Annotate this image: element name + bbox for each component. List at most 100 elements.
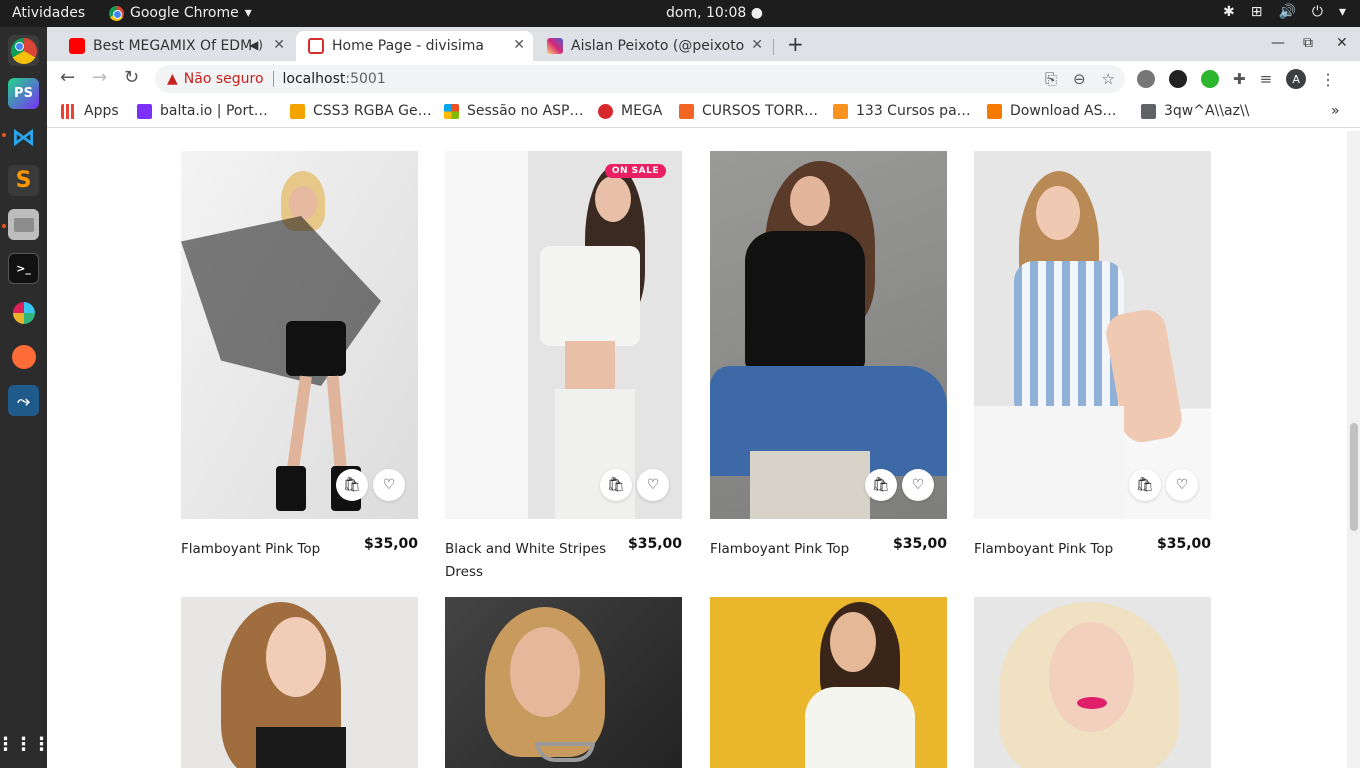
wishlist-button[interactable]: ♡: [902, 469, 934, 501]
clock[interactable]: dom, 10:08 ●: [666, 5, 763, 21]
activities-button[interactable]: Atividades: [12, 5, 85, 21]
product-image[interactable]: 🛍 ♡: [710, 151, 947, 519]
product-image[interactable]: [974, 597, 1211, 768]
mysql-workbench-launcher[interactable]: ⤳: [8, 385, 39, 416]
postman-launcher[interactable]: [8, 341, 39, 372]
terminal-launcher[interactable]: >_: [8, 253, 39, 284]
zoom-icon[interactable]: ⊖: [1073, 70, 1086, 88]
network-icon[interactable]: ⊞: [1251, 4, 1263, 20]
extension-green-icon[interactable]: [1201, 70, 1219, 88]
divisima-icon: [308, 38, 324, 54]
wishlist-button[interactable]: ♡: [637, 469, 669, 501]
product-image[interactable]: ON SALE 🛍 ♡: [445, 151, 682, 519]
tab-youtube[interactable]: Best MEGAMIX Of EDM ◀) ✕: [57, 31, 293, 61]
add-to-cart-button[interactable]: 🛍: [600, 469, 632, 501]
wishlist-button[interactable]: ♡: [1166, 469, 1198, 501]
wishlist-button[interactable]: ♡: [373, 469, 405, 501]
close-tab-icon[interactable]: ✕: [513, 37, 525, 53]
product-card[interactable]: 🛍 ♡ Flamboyant Pink Top $35,00: [181, 151, 418, 557]
tab-instagram[interactable]: Aislan Peixoto (@peixoto ✕: [535, 31, 771, 61]
figure-top: [745, 231, 865, 371]
audio-playing-icon[interactable]: ◀): [249, 38, 263, 52]
bookmark-sessao[interactable]: Sessão no ASP…: [444, 103, 583, 119]
slack-tray-icon[interactable]: ✱: [1223, 4, 1235, 20]
power-icon[interactable]: ⏻: [1312, 4, 1323, 20]
reload-button[interactable]: ↻: [124, 67, 139, 88]
back-button[interactable]: ←: [60, 67, 75, 88]
figure-leg: [326, 375, 348, 477]
vscode-launcher[interactable]: ⋈: [8, 121, 39, 152]
slack-launcher[interactable]: [8, 297, 39, 328]
add-to-cart-button[interactable]: 🛍: [1129, 469, 1161, 501]
bookmark-apps[interactable]: Apps: [61, 103, 119, 119]
extension-vpn-icon[interactable]: [1169, 70, 1187, 88]
figure-head: [1036, 186, 1080, 240]
bookmark-balta[interactable]: balta.io | Port…: [137, 103, 268, 119]
forward-button[interactable]: →: [92, 67, 107, 88]
bookmark-folder[interactable]: 3qw^A\\az\\: [1141, 103, 1249, 119]
bookmark-mega[interactable]: MEGA: [598, 103, 662, 119]
close-tab-icon[interactable]: ✕: [273, 37, 285, 53]
avatar[interactable]: A: [1286, 69, 1307, 89]
phpstorm-launcher[interactable]: PS: [8, 78, 39, 109]
system-tray[interactable]: ✱ ⊞ 🔊 ⏻ ▾: [1223, 4, 1346, 20]
product-image[interactable]: 🛍 ♡: [181, 151, 418, 519]
divider: [272, 71, 274, 87]
puzzle-icon[interactable]: ✚: [1233, 70, 1246, 88]
add-to-cart-button[interactable]: 🛍: [336, 469, 368, 501]
close-window-button[interactable]: ✕: [1336, 35, 1348, 51]
figure-head: [830, 612, 876, 672]
scrollbar-thumb[interactable]: [1350, 423, 1358, 531]
product-card[interactable]: [445, 597, 682, 768]
tab-strip: Best MEGAMIX Of EDM ◀) ✕ Home Page - div…: [47, 27, 1360, 61]
product-image[interactable]: [445, 597, 682, 768]
security-status[interactable]: Não seguro: [184, 71, 264, 87]
maximize-button[interactable]: ⧉: [1303, 35, 1313, 51]
warning-icon[interactable]: ▲: [167, 71, 178, 87]
kebab-menu-icon[interactable]: ⋮: [1320, 70, 1336, 89]
minimize-button[interactable]: —: [1271, 35, 1285, 51]
product-image[interactable]: [181, 597, 418, 768]
product-card[interactable]: 🛍 ♡ Flamboyant Pink Top $35,00: [974, 151, 1211, 557]
chrome-launcher[interactable]: [8, 35, 39, 66]
bookmark-star-icon[interactable]: ☆: [1102, 70, 1115, 88]
product-name[interactable]: Flamboyant Pink Top: [710, 538, 880, 561]
extension-globe-icon[interactable]: [1137, 70, 1155, 88]
product-name[interactable]: Flamboyant Pink Top: [974, 538, 1144, 561]
tab-title: Home Page - divisima: [332, 38, 484, 54]
css-icon: [290, 103, 305, 119]
volume-icon[interactable]: 🔊: [1278, 4, 1295, 20]
show-apps-icon[interactable]: ⋮⋮⋮: [0, 729, 51, 760]
translate-icon[interactable]: ⎘: [1045, 70, 1057, 88]
more-bookmarks-icon[interactable]: »: [1331, 103, 1340, 119]
product-card[interactable]: [181, 597, 418, 768]
bookmark-133-cursos[interactable]: 133 Cursos pa…: [833, 103, 971, 119]
bookmark-cursos[interactable]: CURSOS TORR…: [679, 103, 818, 119]
product-card[interactable]: 🛍 ♡ Flamboyant Pink Top $35,00: [710, 151, 947, 557]
bookmark-download[interactable]: Download AS…: [987, 103, 1117, 119]
figure-top: [540, 246, 640, 346]
heart-icon: ♡: [1175, 477, 1189, 493]
bookmark-css3[interactable]: CSS3 RGBA Ge…: [290, 103, 432, 119]
product-name[interactable]: Flamboyant Pink Top: [181, 538, 351, 561]
product-image[interactable]: [710, 597, 947, 768]
bag-icon: 🛍: [872, 477, 890, 493]
address-bar[interactable]: ▲ Não seguro localhost:5001 ⎘ ⊖ ☆: [155, 65, 1125, 93]
files-launcher[interactable]: [8, 209, 39, 240]
balta-icon: [137, 103, 152, 119]
figure-lips: [1077, 697, 1107, 709]
product-card[interactable]: [710, 597, 947, 768]
media-queue-icon[interactable]: ≡: [1260, 70, 1273, 88]
product-name[interactable]: Black and White Stripes Dress: [445, 538, 615, 584]
new-tab-button[interactable]: +: [787, 32, 804, 56]
add-to-cart-button[interactable]: 🛍: [865, 469, 897, 501]
app-menu[interactable]: Google Chrome ▾: [109, 5, 252, 21]
product-card[interactable]: ON SALE 🛍 ♡ Black and White Stripes Dres…: [445, 151, 682, 580]
page-scrollbar[interactable]: [1347, 131, 1360, 768]
tab-home-page[interactable]: Home Page - divisima ✕: [296, 31, 533, 61]
close-tab-icon[interactable]: ✕: [751, 37, 763, 53]
product-card[interactable]: [974, 597, 1211, 768]
sublime-launcher[interactable]: S: [8, 165, 39, 196]
product-image[interactable]: 🛍 ♡: [974, 151, 1211, 519]
chevron-down-icon[interactable]: ▾: [1339, 4, 1346, 20]
